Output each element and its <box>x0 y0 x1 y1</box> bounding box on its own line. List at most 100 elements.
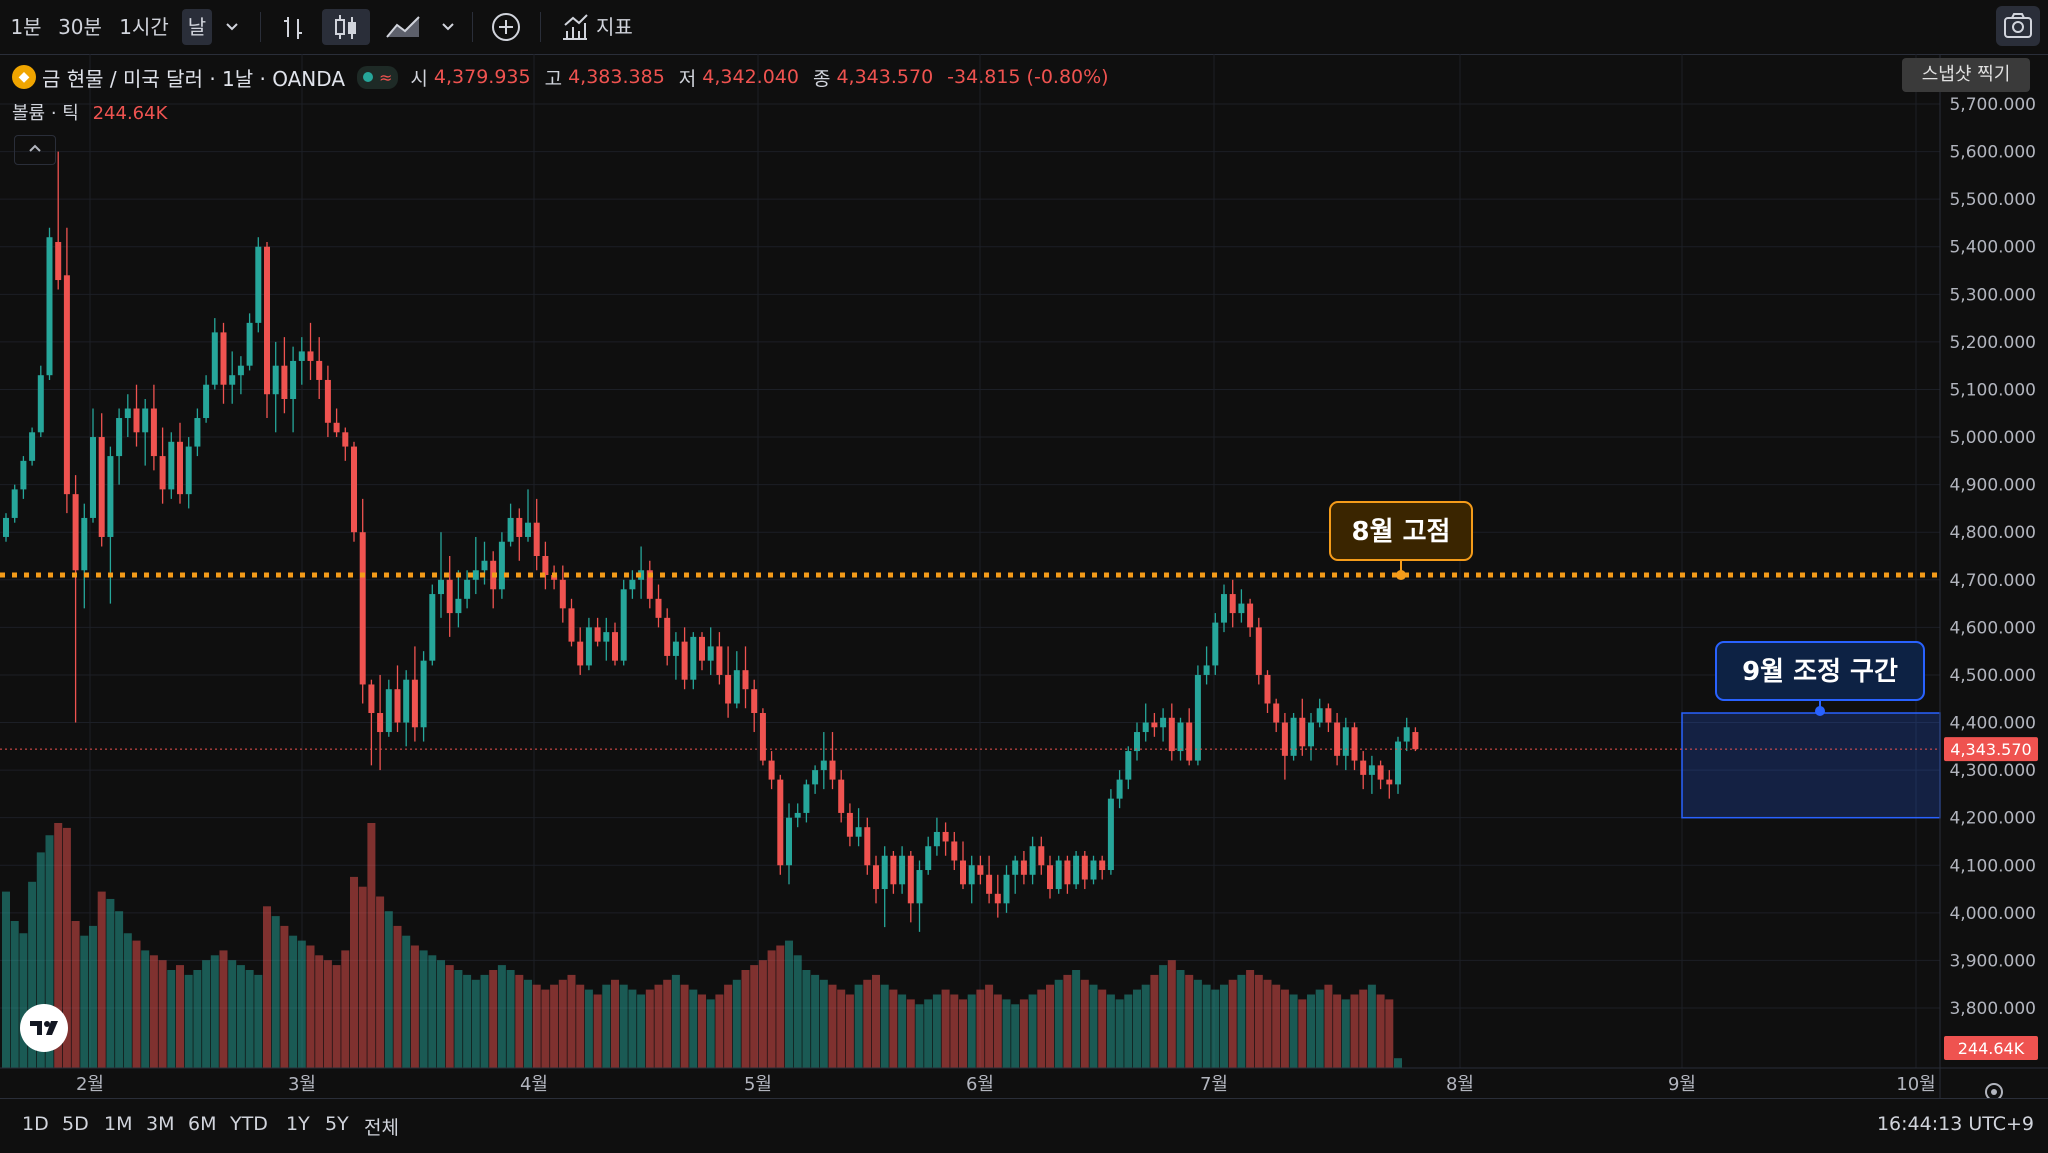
interval-day[interactable]: 날 <box>182 9 212 45</box>
volume-bar <box>1002 999 1011 1068</box>
candle-body <box>516 517 523 537</box>
candle-body <box>994 893 1001 904</box>
candle-body <box>177 441 183 495</box>
chevron-down-icon[interactable] <box>436 9 460 45</box>
candle-body <box>1412 732 1419 750</box>
range-3m[interactable]: 3M <box>146 1113 174 1135</box>
volume-bar <box>1150 974 1159 1068</box>
volume-legend[interactable]: 볼륨 · 틱 244.64K <box>12 99 167 125</box>
volume-bar <box>889 989 898 1068</box>
candle-body <box>629 579 636 590</box>
volume-bar <box>1133 989 1141 1068</box>
interval-1h[interactable]: 1시간 <box>114 9 174 45</box>
tradingview-logo[interactable] <box>20 1004 68 1052</box>
price-tick-label: 4,800.000 <box>1949 523 2036 543</box>
volume-bar <box>906 999 915 1068</box>
candle-body <box>690 636 697 680</box>
volume-bar <box>71 921 80 1068</box>
volume-bar <box>706 999 715 1068</box>
candle-body <box>733 670 740 704</box>
candle-body <box>498 541 505 590</box>
interval-1m[interactable]: 1분 <box>8 9 44 45</box>
clock-timezone[interactable]: 16:44:13 UTC+9 <box>1877 1113 2034 1135</box>
volume-bar <box>872 974 880 1068</box>
volume-bar <box>767 950 776 1068</box>
candle-body <box>1081 855 1088 880</box>
range-all[interactable]: 전체 <box>364 1113 399 1140</box>
candle-body <box>881 855 888 890</box>
symbol-title[interactable]: 금 현물 / 미국 달러 · 1날 · OANDA <box>42 63 345 92</box>
volume-bar <box>463 974 472 1068</box>
volume-bar <box>1289 994 1298 1068</box>
candle-body <box>281 365 288 399</box>
volume-bar <box>1080 979 1089 1068</box>
indicators-icon[interactable] <box>558 9 592 45</box>
last-volume-label: 244.64K <box>1958 1039 2025 1058</box>
volume-bar <box>1063 974 1072 1068</box>
candle-body <box>98 437 105 537</box>
price-tick-label: 4,900.000 <box>1949 476 2036 496</box>
collapse-legend-button[interactable] <box>14 135 56 165</box>
chevron-down-icon[interactable] <box>220 9 244 45</box>
volume-bar <box>1019 999 1028 1068</box>
candle-body <box>846 812 853 837</box>
market-status[interactable]: ≈ <box>357 65 399 89</box>
candle-body <box>820 760 827 771</box>
range-5d[interactable]: 5D <box>62 1113 89 1135</box>
volume-bar <box>271 916 280 1068</box>
candle-body <box>916 870 923 904</box>
interval-30m[interactable]: 30분 <box>56 9 104 45</box>
candle-body <box>1160 717 1167 728</box>
candle-body <box>951 841 958 861</box>
volume-bar <box>1115 999 1124 1068</box>
volume-bar <box>524 979 532 1068</box>
high-label: 고 <box>544 67 563 90</box>
snapshot-button[interactable] <box>1996 6 2040 46</box>
volume-bar <box>976 989 985 1068</box>
candle-body <box>194 418 201 447</box>
candle-style-icon[interactable] <box>322 9 370 45</box>
area-style-icon[interactable] <box>382 9 424 45</box>
volume-bar <box>532 984 541 1068</box>
volume-bar <box>1193 979 1202 1068</box>
aug-high-anchor <box>1396 570 1406 581</box>
candle-body <box>37 375 44 433</box>
volume-bar <box>819 979 828 1068</box>
volume-bar <box>793 955 802 1068</box>
range-1m[interactable]: 1M <box>104 1113 132 1135</box>
candle-body <box>20 460 27 490</box>
add-compare-icon[interactable] <box>488 9 524 45</box>
range-1d[interactable]: 1D <box>22 1113 49 1135</box>
candle-body <box>1177 722 1184 752</box>
candle-body <box>11 489 18 518</box>
snapshot-tooltip: 스냅샷 찍기 <box>1902 58 2030 92</box>
volume-bar <box>1394 1058 1402 1068</box>
candle-body <box>133 408 140 433</box>
candle-body <box>1134 732 1140 752</box>
volume-bar <box>97 891 106 1068</box>
time-tick-label: 2월 <box>76 1074 104 1095</box>
range-1y[interactable]: 1Y <box>286 1113 310 1135</box>
volume-bar <box>506 970 515 1068</box>
volume-bar <box>280 925 289 1068</box>
volume-bar <box>671 974 680 1068</box>
volume-bar <box>802 970 811 1068</box>
range-6m[interactable]: 6M <box>188 1113 216 1135</box>
price-chart[interactable]: 8월 고점 9월 조정 구간 5,700.000 5,600.000 5,500.00… <box>0 54 2048 1098</box>
volume-bar <box>184 974 193 1068</box>
candle-body <box>585 627 592 666</box>
range-ytd[interactable]: YTD <box>230 1113 268 1135</box>
top-toolbar: 1분 30분 1시간 날 지표 <box>0 0 2048 55</box>
volume-bar <box>289 935 298 1068</box>
volume-bar <box>1054 979 1063 1068</box>
candle-body <box>1334 722 1341 756</box>
range-5y[interactable]: 5Y <box>325 1113 349 1135</box>
indicators-button[interactable]: 지표 <box>596 9 644 45</box>
volume-bar <box>541 989 550 1068</box>
volume-bar <box>611 979 619 1068</box>
open-label: 시 <box>410 67 428 90</box>
bar-style-icon[interactable] <box>276 9 310 45</box>
tradingview-logo-icon <box>30 1021 58 1035</box>
volume-bar <box>297 940 306 1068</box>
volume-bar <box>419 950 428 1068</box>
